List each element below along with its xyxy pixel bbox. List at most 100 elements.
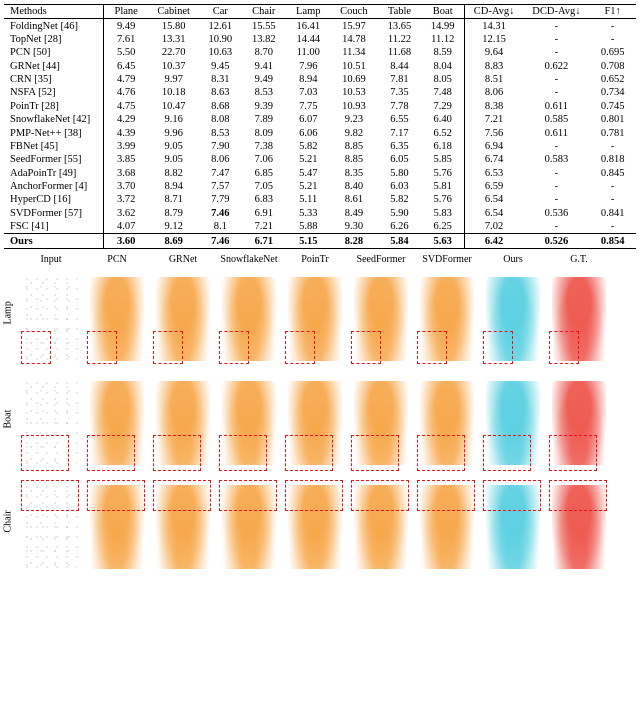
value-cell: 0.841: [589, 207, 636, 220]
value-cell: 9.97: [148, 73, 199, 86]
figure-cell: [216, 267, 282, 371]
table-row: FSC [41]4.079.128.17.215.889.306.266.257…: [4, 220, 636, 233]
value-cell: 15.80: [148, 19, 199, 32]
method-cell: PMP-Net++ [38]: [4, 126, 104, 139]
value-cell: 9.82: [331, 126, 378, 139]
value-cell: 6.54: [464, 193, 523, 206]
value-cell: 8.49: [331, 207, 378, 220]
value-cell: 6.35: [377, 140, 422, 153]
col-boat: Boat: [422, 5, 464, 18]
value-cell: 6.55: [377, 113, 422, 126]
figure-col-label: PoinTr: [282, 253, 348, 267]
value-cell: 10.37: [148, 60, 199, 73]
value-cell: 9.96: [148, 126, 199, 139]
value-cell: 10.69: [331, 73, 378, 86]
value-cell: 8.79: [148, 207, 199, 220]
figure-cell: [150, 267, 216, 371]
value-cell: 8.63: [199, 86, 241, 99]
figure-cell: [546, 267, 612, 371]
highlight-box: [21, 331, 51, 364]
value-cell: 8.59: [422, 46, 464, 59]
method-cell: CRN [35]: [4, 73, 104, 86]
value-cell: 8.06: [464, 86, 523, 99]
value-cell: 5.82: [377, 193, 422, 206]
value-cell: 6.52: [422, 126, 464, 139]
value-cell: 7.90: [199, 140, 241, 153]
value-cell: 6.45: [104, 60, 149, 73]
value-cell: 4.07: [104, 220, 149, 233]
value-cell: 9.30: [331, 220, 378, 233]
value-cell: 10.51: [331, 60, 378, 73]
table-row: AnchorFormer [4]3.708.947.577.055.218.40…: [4, 180, 636, 193]
highlight-box: [351, 480, 409, 511]
value-cell: 6.91: [242, 207, 287, 220]
value-cell: -: [524, 180, 590, 193]
value-cell: -: [524, 33, 590, 46]
highlight-box: [483, 480, 541, 511]
value-cell: 7.61: [104, 33, 149, 46]
value-cell: 15.55: [242, 19, 287, 32]
value-cell: 8.31: [199, 73, 241, 86]
value-cell: 7.79: [199, 193, 241, 206]
value-cell: 9.05: [148, 153, 199, 166]
value-cell: 9.45: [199, 60, 241, 73]
table-row: AdaPoinTr [49]3.688.827.476.855.478.355.…: [4, 167, 636, 180]
value-cell: 8.71: [148, 193, 199, 206]
value-cell: 13.65: [377, 19, 422, 32]
col-couch: Couch: [331, 5, 378, 18]
value-cell: 0.854: [589, 234, 636, 247]
value-cell: 11.12: [422, 33, 464, 46]
value-cell: 15.97: [331, 19, 378, 32]
value-cell: 5.50: [104, 46, 149, 59]
value-cell: 6.05: [377, 153, 422, 166]
value-cell: 3.85: [104, 153, 149, 166]
highlight-box: [219, 435, 267, 470]
value-cell: 3.70: [104, 180, 149, 193]
value-cell: -: [589, 220, 636, 233]
value-cell: 3.68: [104, 167, 149, 180]
figure-cell: [414, 371, 480, 475]
value-cell: 0.818: [589, 153, 636, 166]
highlight-box: [21, 435, 69, 470]
value-cell: 14.44: [286, 33, 331, 46]
figure-row-label: Lamp: [3, 312, 14, 324]
value-cell: 7.38: [242, 140, 287, 153]
highlight-box: [153, 480, 211, 511]
value-cell: -: [524, 220, 590, 233]
figure-cell: [18, 371, 84, 475]
value-cell: 5.76: [422, 167, 464, 180]
value-cell: 8.51: [464, 73, 523, 86]
value-cell: 14.99: [422, 19, 464, 32]
value-cell: 7.02: [464, 220, 523, 233]
figure-col-label: SeedFormer: [348, 253, 414, 267]
value-cell: 8.53: [199, 126, 241, 139]
value-cell: 9.64: [464, 46, 523, 59]
highlight-box: [549, 480, 607, 511]
value-cell: 8.83: [464, 60, 523, 73]
value-cell: 6.07: [286, 113, 331, 126]
value-cell: 4.29: [104, 113, 149, 126]
value-cell: 8.28: [331, 234, 378, 247]
value-cell: 5.76: [422, 193, 464, 206]
highlight-box: [417, 331, 447, 364]
value-cell: 14.78: [331, 33, 378, 46]
value-cell: 10.90: [199, 33, 241, 46]
method-cell: GRNet [44]: [4, 60, 104, 73]
value-cell: 7.29: [422, 100, 464, 113]
highlight-box: [417, 435, 465, 470]
value-cell: 9.39: [242, 100, 287, 113]
value-cell: 14.31: [464, 19, 523, 32]
value-cell: 8.09: [242, 126, 287, 139]
value-cell: 7.46: [199, 234, 241, 247]
results-table: Methods Plane Cabinet Car Chair Lamp Cou…: [4, 5, 636, 248]
value-cell: 12.61: [199, 19, 241, 32]
value-cell: 9.41: [242, 60, 287, 73]
figure-cell: [480, 267, 546, 371]
value-cell: 8.53: [242, 86, 287, 99]
table-row: SVDFormer [57]3.628.797.466.915.338.495.…: [4, 207, 636, 220]
value-cell: 7.56: [464, 126, 523, 139]
value-cell: 8.06: [199, 153, 241, 166]
value-cell: 0.801: [589, 113, 636, 126]
value-cell: 6.42: [464, 234, 523, 247]
value-cell: 7.46: [199, 207, 241, 220]
